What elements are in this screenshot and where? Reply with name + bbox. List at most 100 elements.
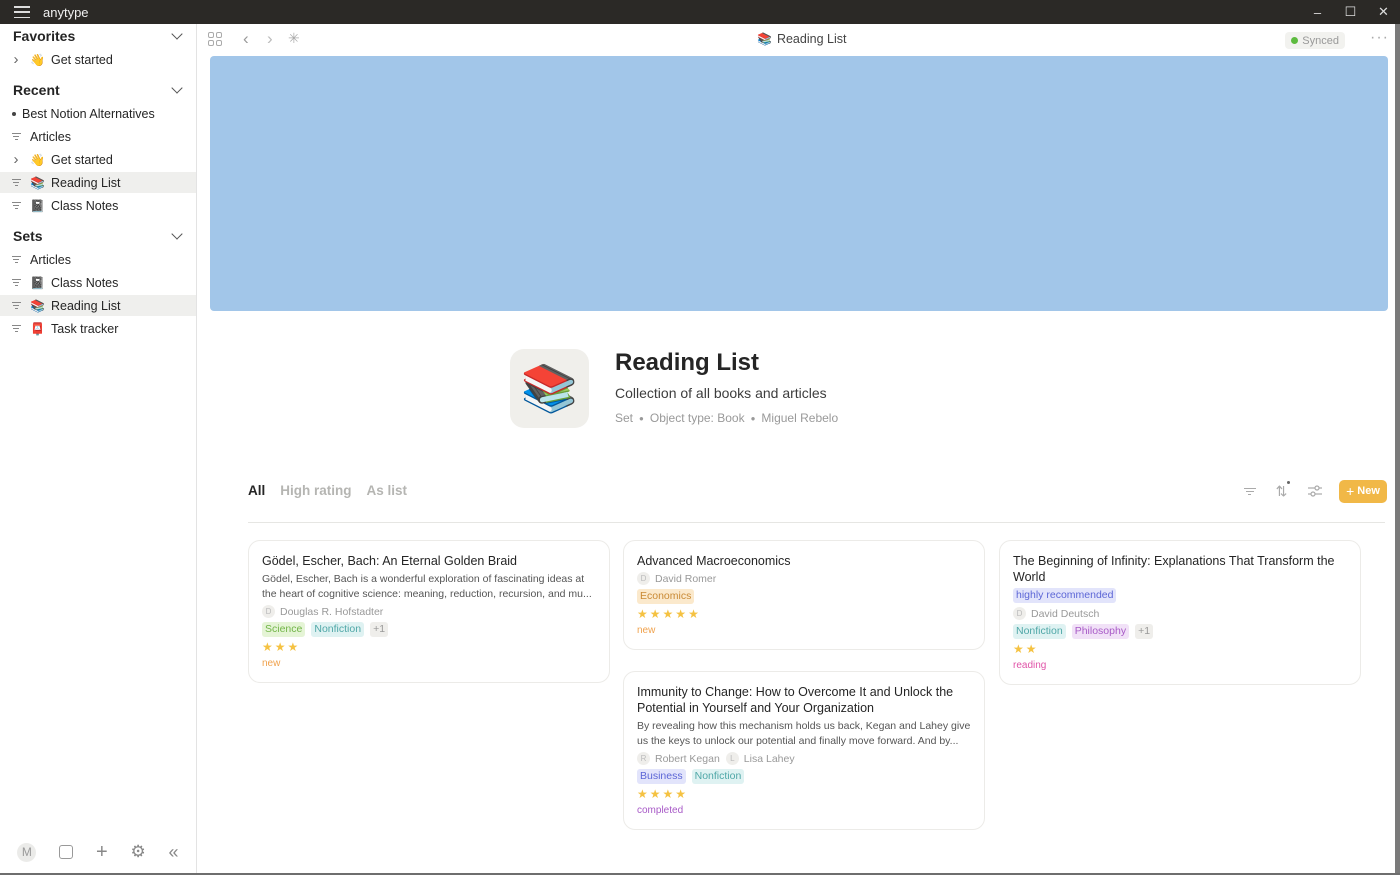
sidebar-item-task-tracker[interactable]: 📮 Task tracker [0,318,196,339]
account-avatar[interactable]: M [17,842,37,862]
more-options-icon[interactable]: ··· [1370,29,1389,47]
graph-view-icon[interactable] [208,32,222,46]
star-icon: ★ [287,640,299,654]
favorites-header[interactable]: Favorites [13,25,191,47]
gallery-card[interactable]: Immunity to Change: How to Overcome It a… [623,671,985,830]
sidebar-item-label: Reading List [51,298,121,313]
filter-icon[interactable] [1232,479,1265,503]
forward-arrow-icon[interactable]: › [267,29,273,49]
breadcrumb[interactable]: 📚 Reading List [757,32,846,46]
author-name: Robert Kegan [655,752,720,765]
sidebar-item-best-notion-alternatives[interactable]: Best Notion Alternatives [0,103,196,124]
rating-stars: ★ ★ [1013,643,1347,656]
expand-arrow-icon[interactable] [0,151,30,168]
sync-status-badge[interactable]: Synced [1285,32,1345,49]
top-toolbar: ‹ › ✳ 📚 Reading List Synced ··· [197,24,1395,56]
scrollbar[interactable] [1395,24,1400,875]
books-icon: 📚 [30,175,45,190]
sidebar-item-reading-list[interactable]: 📚 Reading List [0,172,196,193]
view-settings-icon[interactable] [1298,479,1331,503]
sidebar-item-reading-list[interactable]: 📚 Reading List [0,295,196,316]
separator-dot: ● [750,413,756,423]
tag: Nonfiction [1013,624,1066,639]
chevron-down-icon[interactable] [171,82,183,94]
title-bar: anytype – ☐ ✕ [0,0,1400,24]
star-icon: ★ [1025,642,1037,656]
meta-object-type[interactable]: Object type: Book [650,411,745,425]
postbox-icon: 📮 [30,321,45,336]
sidebar-item-articles[interactable]: Articles [0,249,196,270]
card-description: By revealing how this mechanism holds us… [637,720,971,747]
plus-icon[interactable]: + [96,841,108,864]
tag: Business [637,769,686,784]
page-title[interactable]: Reading List [615,349,759,377]
close-button[interactable]: ✕ [1367,0,1400,24]
sidebar-item-class-notes[interactable]: 📓 Class Notes [0,272,196,293]
minimize-button[interactable]: – [1301,0,1334,24]
sync-status-label: Synced [1302,34,1339,47]
tab-as-list[interactable]: As list [367,483,408,498]
sets-header[interactable]: Sets [13,225,191,247]
set-icon [0,325,30,332]
author[interactable]: L Lisa Lahey [725,752,795,765]
back-arrow-icon[interactable]: ‹ [243,29,249,49]
cover-image[interactable] [210,56,1388,311]
sidebar-item-label: Get started [51,152,113,167]
tag: Nonfiction [691,769,745,784]
meta-layout[interactable]: Set [615,411,633,425]
new-object-button[interactable]: + New [1339,479,1387,503]
sidebar-item-get-started[interactable]: 👋 Get started [0,49,196,70]
author[interactable]: R Robert Kegan [637,752,720,765]
card-title: Gödel, Escher, Bach: An Eternal Golden B… [262,554,518,568]
meta-creator[interactable]: Miguel Rebelo [761,411,838,425]
star-icon: ★ [649,607,661,621]
collapse-sidebar-icon[interactable]: « [169,842,179,863]
tab-all[interactable]: All [248,483,265,498]
sidebar-item-label: Task tracker [51,321,119,336]
recent-header[interactable]: Recent [13,79,191,101]
star-icon: ★ [688,607,699,621]
maximize-button[interactable]: ☐ [1334,0,1367,24]
expand-arrow-icon[interactable] [0,51,30,68]
set-icon [0,133,30,140]
chevron-down-icon[interactable] [171,28,183,40]
card-tags: Economics [637,589,971,604]
card-authors: D Douglas R. Hofstadter [262,605,596,618]
recent-title: Recent [13,82,60,98]
breadcrumb-label: Reading List [776,32,847,46]
divider [248,522,1385,523]
chevron-down-icon[interactable] [171,228,183,240]
gallery-card[interactable]: Advanced Macroeconomics D David Romer Econo… [623,540,985,650]
hamburger-menu-icon[interactable] [14,6,30,18]
gallery-card[interactable]: Gödel, Escher, Bach: An Eternal Golden B… [248,540,610,683]
sidebar-item-class-notes[interactable]: 📓 Class Notes [0,195,196,216]
page-description[interactable]: Collection of all books and articles [615,385,827,401]
sidebar-item-get-started[interactable]: 👋 Get started [0,149,196,170]
tag: Philosophy [1071,624,1130,639]
graph-sparkle-icon[interactable]: ✳ [288,30,300,47]
rating-stars: ★ ★ ★ ★ [637,788,971,801]
status-label: new [262,658,281,669]
new-button-label: New [1357,485,1380,497]
author[interactable]: D David Romer [637,572,716,585]
sidebar-item-articles[interactable]: Articles [0,126,196,147]
tab-high-rating[interactable]: High rating [280,483,351,498]
author[interactable]: D David Deutsch [1013,607,1099,620]
tag: Economics [637,589,695,604]
gallery-card[interactable]: The Beginning of Infinity: Explanations … [999,540,1361,685]
sync-dot-icon [1291,37,1299,44]
card-tags: Science Nonfiction +1 [262,622,596,637]
library-icon[interactable] [59,845,74,859]
tag: highly recommended [1013,588,1117,603]
star-icon: ★ [637,607,648,621]
author[interactable]: D Douglas R. Hofstadter [262,605,383,618]
author-avatar: L [725,752,739,765]
set-icon [0,202,30,209]
page-icon[interactable]: 📚 [510,349,589,428]
sidebar: Favorites 👋 Get started Recent Best Noti… [0,24,197,875]
gear-icon[interactable]: ⚙ [130,842,145,862]
card-description: Gödel, Escher, Bach is a wonderful explo… [262,573,592,600]
sidebar-item-label: Get started [51,52,113,67]
star-icon: ★ [637,787,648,801]
sort-icon[interactable]: ⇅ [1265,479,1298,503]
